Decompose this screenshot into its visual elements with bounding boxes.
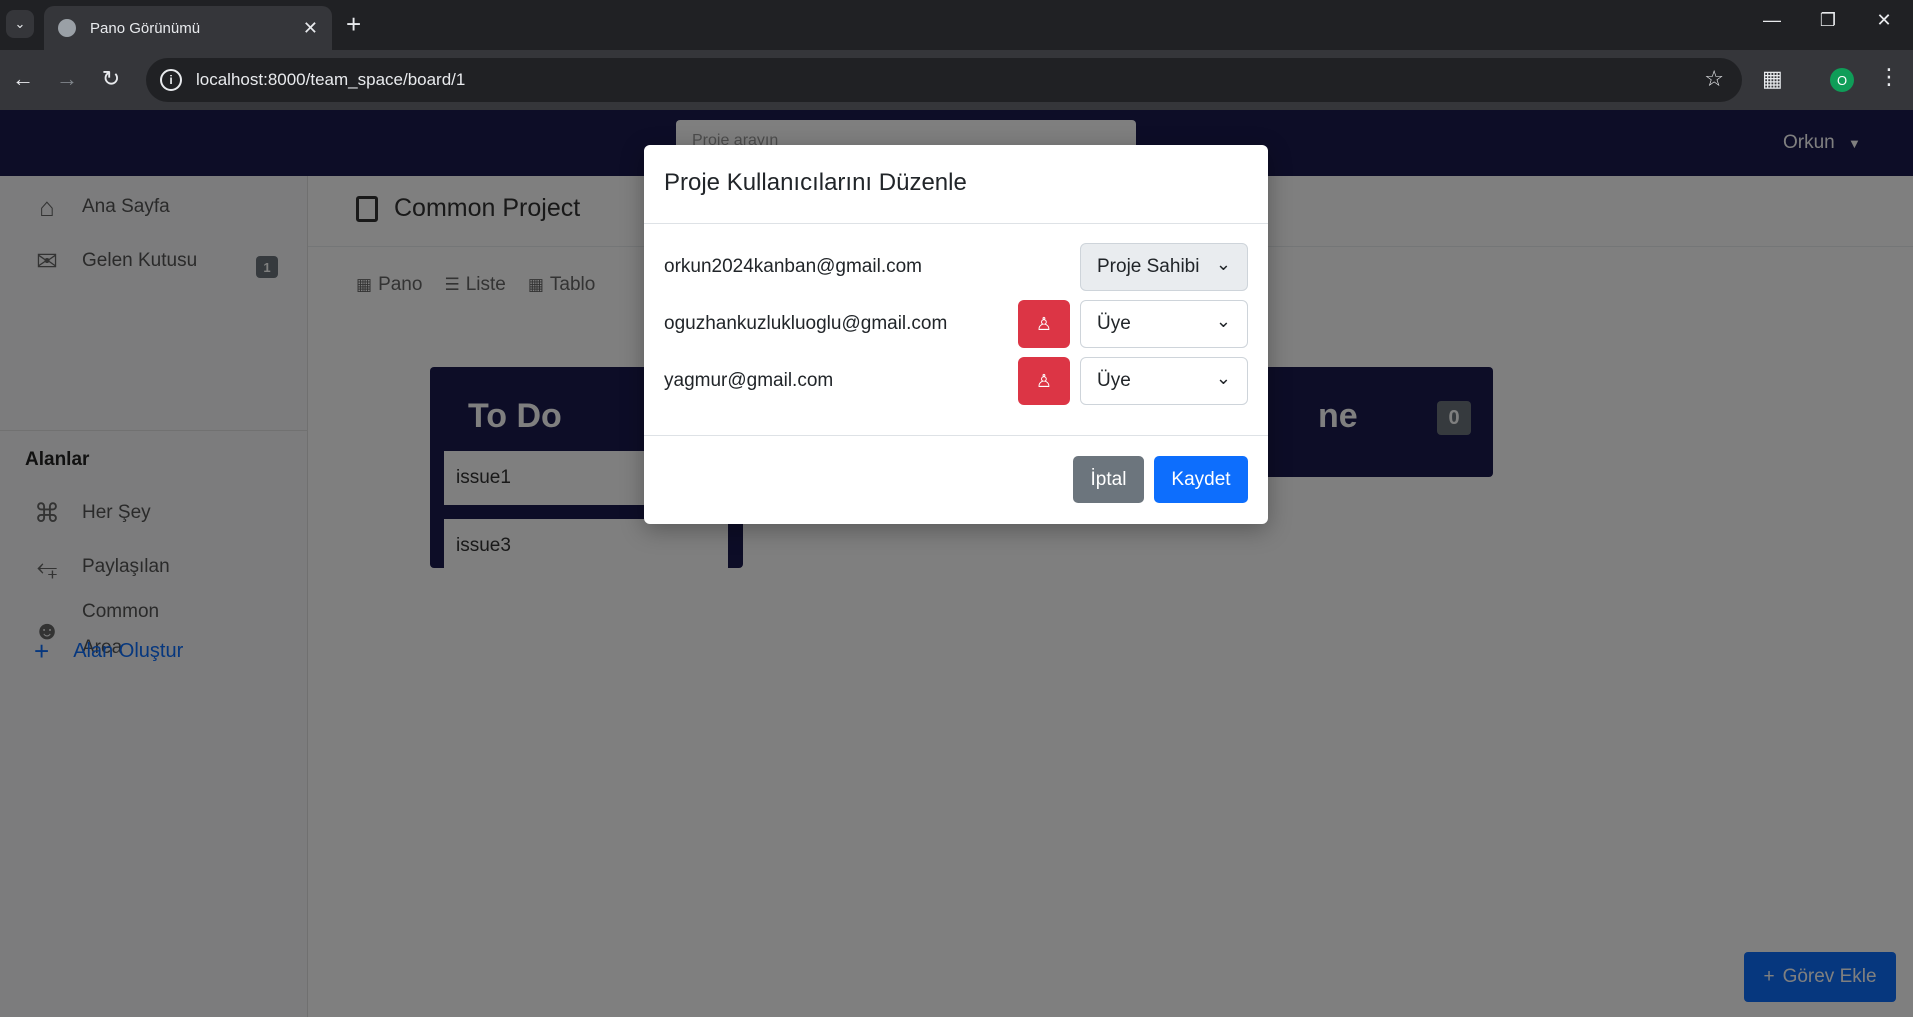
forward-icon[interactable]: → [52,66,82,92]
tab-search-button[interactable]: ⌄ [6,10,34,38]
role-value: Üye [1097,313,1131,334]
chevron-down-icon: ⌄ [1215,311,1231,331]
user-email: orkun2024kanban@gmail.com [664,256,922,277]
profile-avatar[interactable]: O [1830,68,1854,92]
site-info-icon[interactable]: i [160,69,182,91]
modal-title: Proje Kullanıcılarını Düzenle [644,145,1268,224]
chevron-down-icon: ⌄ [14,16,26,31]
browser-toolbar: ← → ↻ i localhost:8000/team_space/board/… [0,50,1913,110]
globe-icon [58,19,76,37]
role-value: Üye [1097,370,1131,391]
user-remove-icon: ♙ [1035,370,1053,391]
browser-tab[interactable]: Pano Görünümü ✕ [44,6,332,50]
user-row: yagmur@gmail.com ♙ Üye ⌄ [644,357,1268,407]
new-tab-button[interactable]: + [346,10,361,38]
chevron-down-icon: ⌄ [1215,368,1231,388]
modal-footer: İptal Kaydet [644,435,1268,524]
user-remove-icon: ♙ [1035,313,1053,334]
tab-close-icon[interactable]: ✕ [303,18,318,39]
chevron-down-icon: ⌄ [1215,254,1231,274]
role-select[interactable]: Üye ⌄ [1080,300,1248,348]
user-row: orkun2024kanban@gmail.com Proje Sahibi ⌄ [644,243,1268,293]
role-value: Proje Sahibi [1097,256,1200,277]
reload-icon[interactable]: ↻ [96,66,126,92]
remove-user-button[interactable]: ♙ [1018,300,1070,348]
role-select[interactable]: Üye ⌄ [1080,357,1248,405]
save-button[interactable]: Kaydet [1154,456,1248,503]
restore-icon[interactable]: ❐ [1808,10,1848,31]
role-select[interactable]: Proje Sahibi ⌄ [1080,243,1248,291]
bookmark-star-icon[interactable]: ☆ [1704,66,1724,92]
extensions-icon[interactable]: ▦ [1762,66,1783,92]
edit-project-users-modal: Proje Kullanıcılarını Düzenle orkun2024k… [644,145,1268,524]
url-text: localhost:8000/team_space/board/1 [196,70,466,89]
user-email: yagmur@gmail.com [664,370,834,391]
back-icon[interactable]: ← [8,66,38,92]
minimize-icon[interactable]: — [1752,10,1792,31]
cancel-button[interactable]: İptal [1073,456,1144,503]
close-window-icon[interactable]: ✕ [1864,10,1904,31]
browser-menu-icon[interactable]: ⋮ [1878,64,1900,90]
address-bar[interactable]: i localhost:8000/team_space/board/1 ☆ [146,58,1742,102]
remove-user-button[interactable]: ♙ [1018,357,1070,405]
user-row: oguzhankuzlukluoglu@gmail.com ♙ Üye ⌄ [644,300,1268,350]
user-email: oguzhankuzlukluoglu@gmail.com [664,313,948,334]
browser-tabstrip: ⌄ Pano Görünümü ✕ + — ❐ ✕ [0,0,1913,50]
tab-title: Pano Görünümü [90,19,201,37]
